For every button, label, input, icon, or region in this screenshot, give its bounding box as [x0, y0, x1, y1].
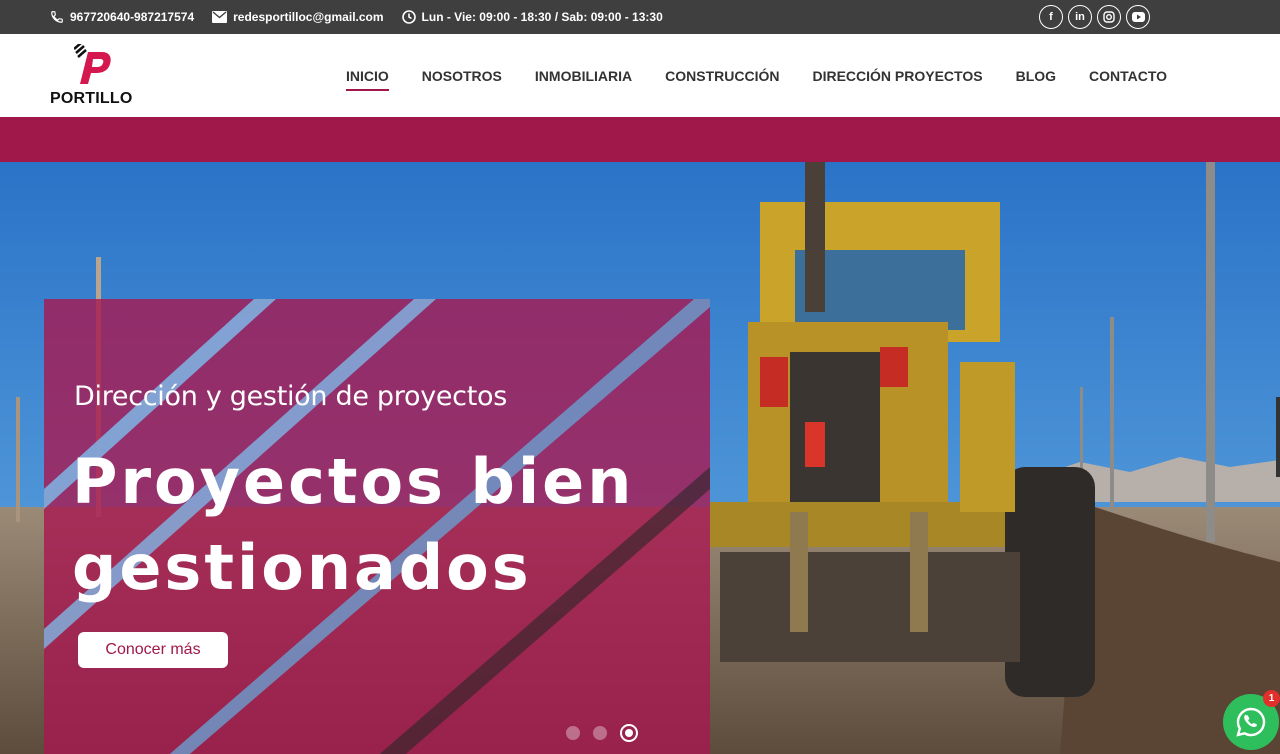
- whatsapp-icon: [1236, 707, 1266, 737]
- linkedin-icon[interactable]: in: [1068, 5, 1092, 29]
- logo-mark-icon: [74, 44, 111, 84]
- hero-subtitle: Dirección y gestión de proyectos: [74, 381, 507, 412]
- notification-badge: 1: [1263, 690, 1280, 707]
- main-navigation: INICIO NOSOTROS INMOBILIARIA CONSTRUCCIÓ…: [346, 34, 1167, 117]
- nav-item-blog[interactable]: BLOG: [1016, 68, 1056, 84]
- clock-icon: [401, 10, 416, 24]
- email-info[interactable]: redesportilloc@gmail.com: [212, 10, 384, 24]
- conocer-mas-button[interactable]: Conocer más: [78, 632, 228, 668]
- side-scroll-tab[interactable]: [1276, 397, 1280, 477]
- nav-item-contacto[interactable]: CONTACTO: [1089, 68, 1167, 84]
- slider-pagination: [566, 724, 638, 742]
- hours-info: Lun - Vie: 09:00 - 18:30 / Sab: 09:00 - …: [401, 10, 663, 24]
- social-links: f in: [1039, 5, 1150, 29]
- phone-info[interactable]: 967720640-987217574: [50, 10, 194, 24]
- nav-item-inicio[interactable]: INICIO: [346, 68, 389, 91]
- phone-text: 967720640-987217574: [70, 10, 195, 24]
- hours-text: Lun - Vie: 09:00 - 18:30 / Sab: 09:00 - …: [421, 10, 663, 24]
- slider-dot[interactable]: [566, 726, 580, 740]
- hero-slider: Dirección y gestión de proyectos Proyect…: [0, 162, 1280, 754]
- site-header: PORTILLO INICIO NOSOTROS INMOBILIARIA CO…: [0, 34, 1280, 117]
- youtube-icon[interactable]: [1126, 5, 1150, 29]
- hero-caption-panel: Dirección y gestión de proyectos Proyect…: [44, 299, 710, 754]
- contact-info: 967720640-987217574 redesportilloc@gmail…: [50, 0, 663, 34]
- slider-dot-active[interactable]: [620, 724, 638, 742]
- facebook-icon[interactable]: f: [1039, 5, 1063, 29]
- nav-item-direccion-proyectos[interactable]: DIRECCIÓN PROYECTOS: [812, 68, 982, 84]
- envelope-icon: [212, 11, 228, 23]
- email-text: redesportilloc@gmail.com: [233, 10, 384, 24]
- nav-item-nosotros[interactable]: NOSOTROS: [422, 68, 502, 84]
- portillo-logo[interactable]: PORTILLO: [50, 44, 140, 108]
- hero-title: Proyectos bien gestionados: [72, 445, 635, 604]
- slider-dot[interactable]: [593, 726, 607, 740]
- nav-item-inmobiliaria[interactable]: INMOBILIARIA: [535, 68, 632, 84]
- phone-icon: [51, 11, 63, 23]
- nav-item-construccion[interactable]: CONSTRUCCIÓN: [665, 68, 779, 84]
- top-info-bar: 967720640-987217574 redesportilloc@gmail…: [0, 0, 1280, 34]
- instagram-icon[interactable]: [1097, 5, 1121, 29]
- logo-text: PORTILLO: [50, 90, 133, 107]
- brand-band: [0, 117, 1280, 162]
